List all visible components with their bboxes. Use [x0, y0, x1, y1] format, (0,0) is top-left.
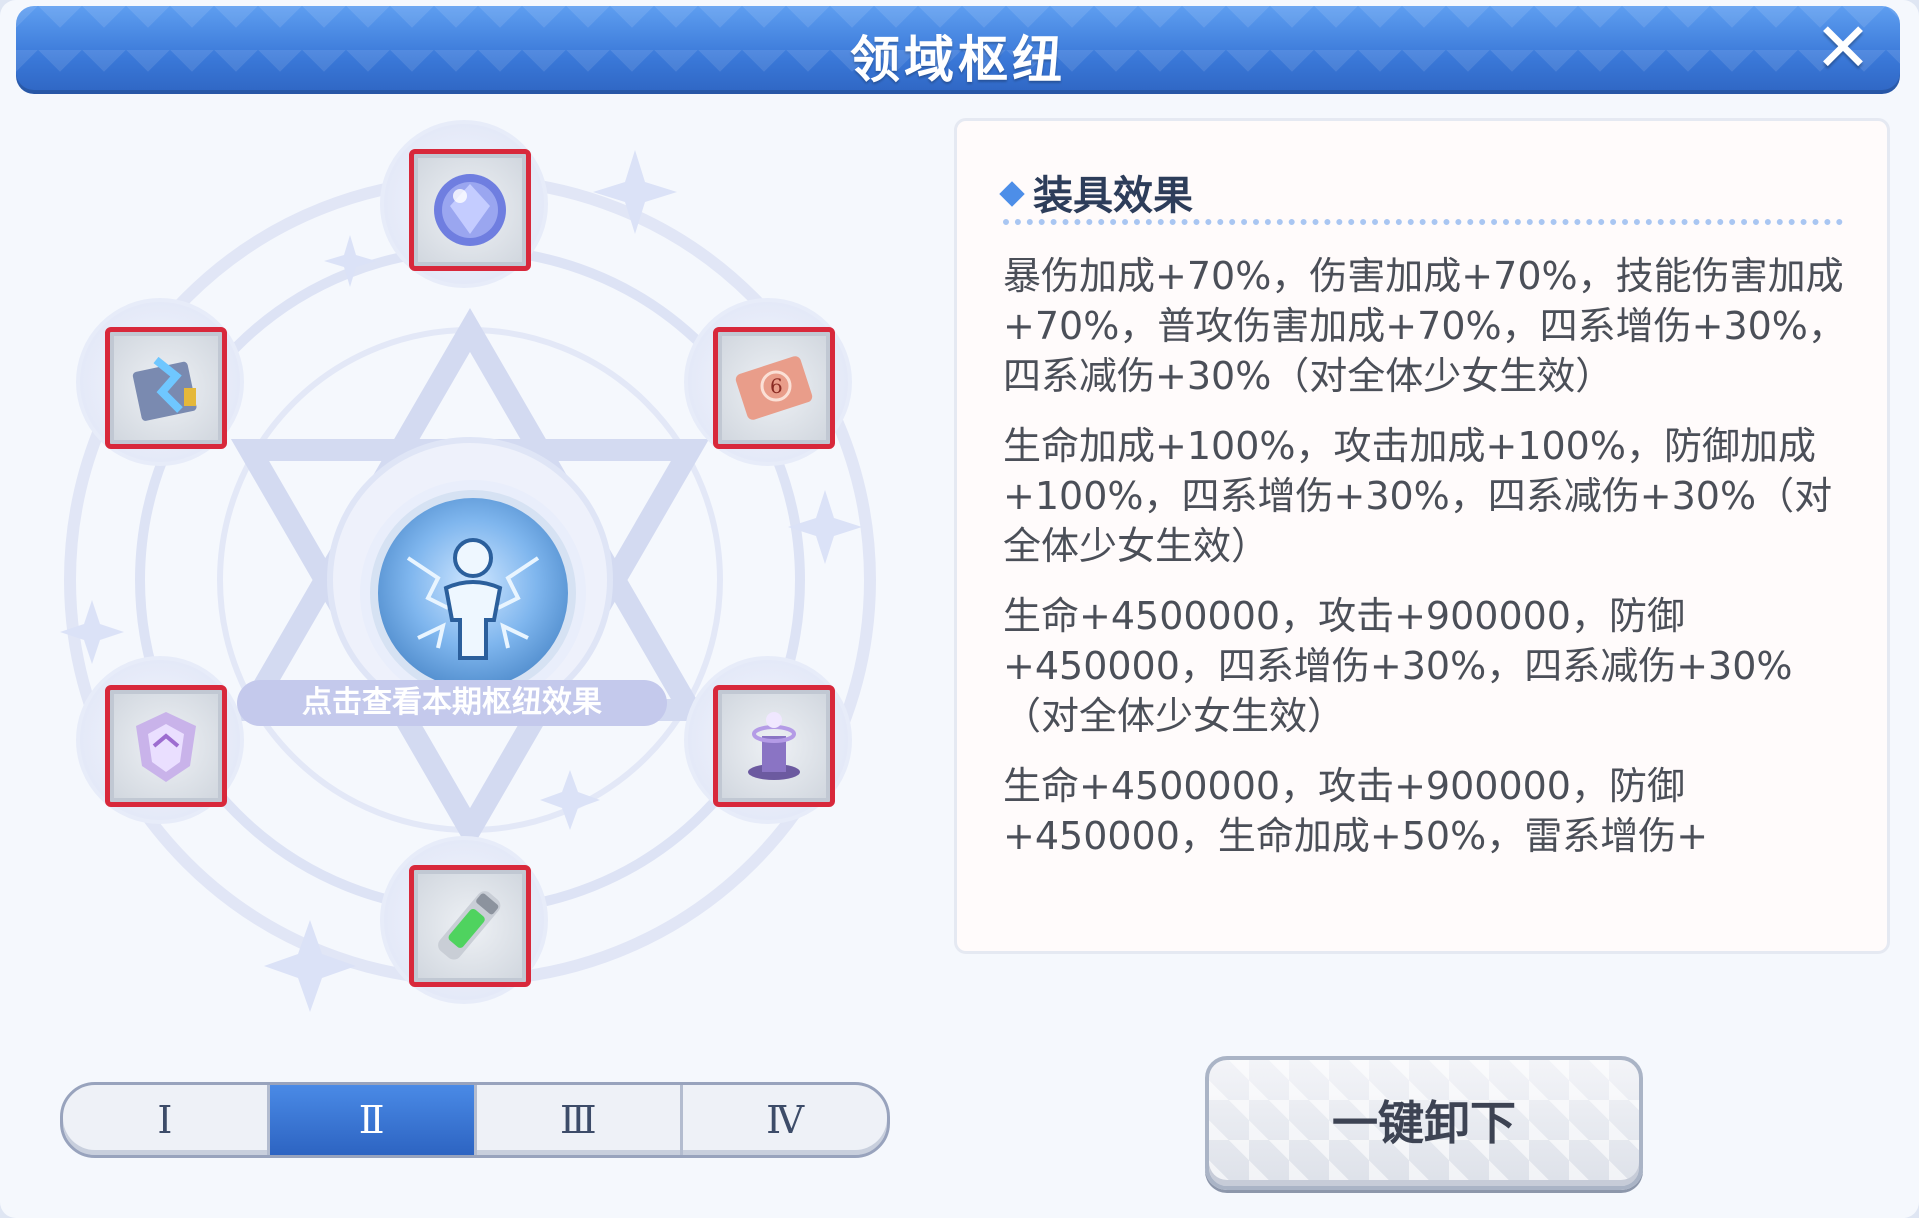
- tab-1[interactable]: Ⅰ: [63, 1085, 270, 1155]
- tab-2[interactable]: Ⅱ: [269, 1085, 477, 1155]
- svg-text:6: 6: [770, 374, 783, 398]
- slot-bottom[interactable]: [380, 836, 548, 1004]
- slot-card: [105, 327, 227, 449]
- dotted-divider: [1003, 219, 1843, 225]
- slot-lower-right[interactable]: [684, 656, 852, 824]
- panel-heading-text: 装具效果: [1033, 173, 1193, 219]
- tower-device-icon: [748, 712, 800, 780]
- slot-card: [713, 685, 835, 807]
- view-effects-hint[interactable]: 点击查看本期枢纽效果: [237, 680, 667, 726]
- effect-text: 生命加成+100%，攻击加成+100%，防御加成+100%，四系增伤+30%，四…: [1003, 424, 1833, 568]
- slot-upper-right[interactable]: 6: [684, 298, 852, 466]
- nexus-core-button[interactable]: [370, 490, 576, 696]
- tab-3[interactable]: Ⅲ: [477, 1085, 684, 1155]
- unload-all-button[interactable]: 一键卸下: [1205, 1056, 1643, 1190]
- slot-card: [409, 865, 531, 987]
- window-title: 领域枢纽: [850, 31, 1066, 89]
- energy-vial-icon: [438, 891, 501, 960]
- slot-card: 6: [713, 327, 835, 449]
- slot-upper-left[interactable]: [76, 298, 244, 466]
- diamond-icon: [999, 181, 1025, 207]
- title-bar: 领域枢纽 ✕: [16, 6, 1900, 94]
- magic-circle: 6: [40, 120, 920, 1020]
- effects-list: 暴伤加成+70%，伤害加成+70%，技能伤害加成+70%，普攻伤害加成+70%，…: [1003, 251, 1853, 881]
- set-tab-bar: Ⅰ Ⅱ Ⅲ Ⅳ: [60, 1082, 890, 1158]
- equip-effects-panel[interactable]: 装具效果 暴伤加成+70%，伤害加成+70%，技能伤害加成+70%，普攻伤害加成…: [954, 118, 1890, 954]
- shield-emblem-icon: [136, 712, 196, 782]
- effect-text: 生命+4500000，攻击+900000，防御+450000，四系增伤+30%，…: [1003, 594, 1793, 738]
- panel-heading: 装具效果: [999, 163, 1193, 221]
- effect-text: 生命+4500000，攻击+900000，防御+450000，生命加成+50%，…: [1003, 764, 1709, 858]
- window: 领域枢纽 ✕ 6 点击查看本期枢纽效果 Ⅰ Ⅱ Ⅲ Ⅳ 装具效果 暴伤加成+70…: [0, 0, 1919, 1218]
- number-card-icon: 6: [735, 356, 813, 420]
- slot-top[interactable]: [380, 120, 548, 288]
- slot-card: [409, 149, 531, 271]
- close-button[interactable]: ✕: [1810, 15, 1876, 83]
- circuit-chip-icon: [132, 356, 197, 421]
- effect-text: 暴伤加成+70%，伤害加成+70%，技能伤害加成+70%，普攻伤害加成+70%，…: [1003, 254, 1846, 398]
- crystal-orb-icon: [434, 174, 506, 246]
- slot-card: [105, 685, 227, 807]
- close-icon: ✕: [1814, 9, 1872, 88]
- slot-lower-left[interactable]: [76, 656, 244, 824]
- tab-4[interactable]: Ⅳ: [683, 1085, 887, 1155]
- lightning-figure-icon: [406, 538, 540, 660]
